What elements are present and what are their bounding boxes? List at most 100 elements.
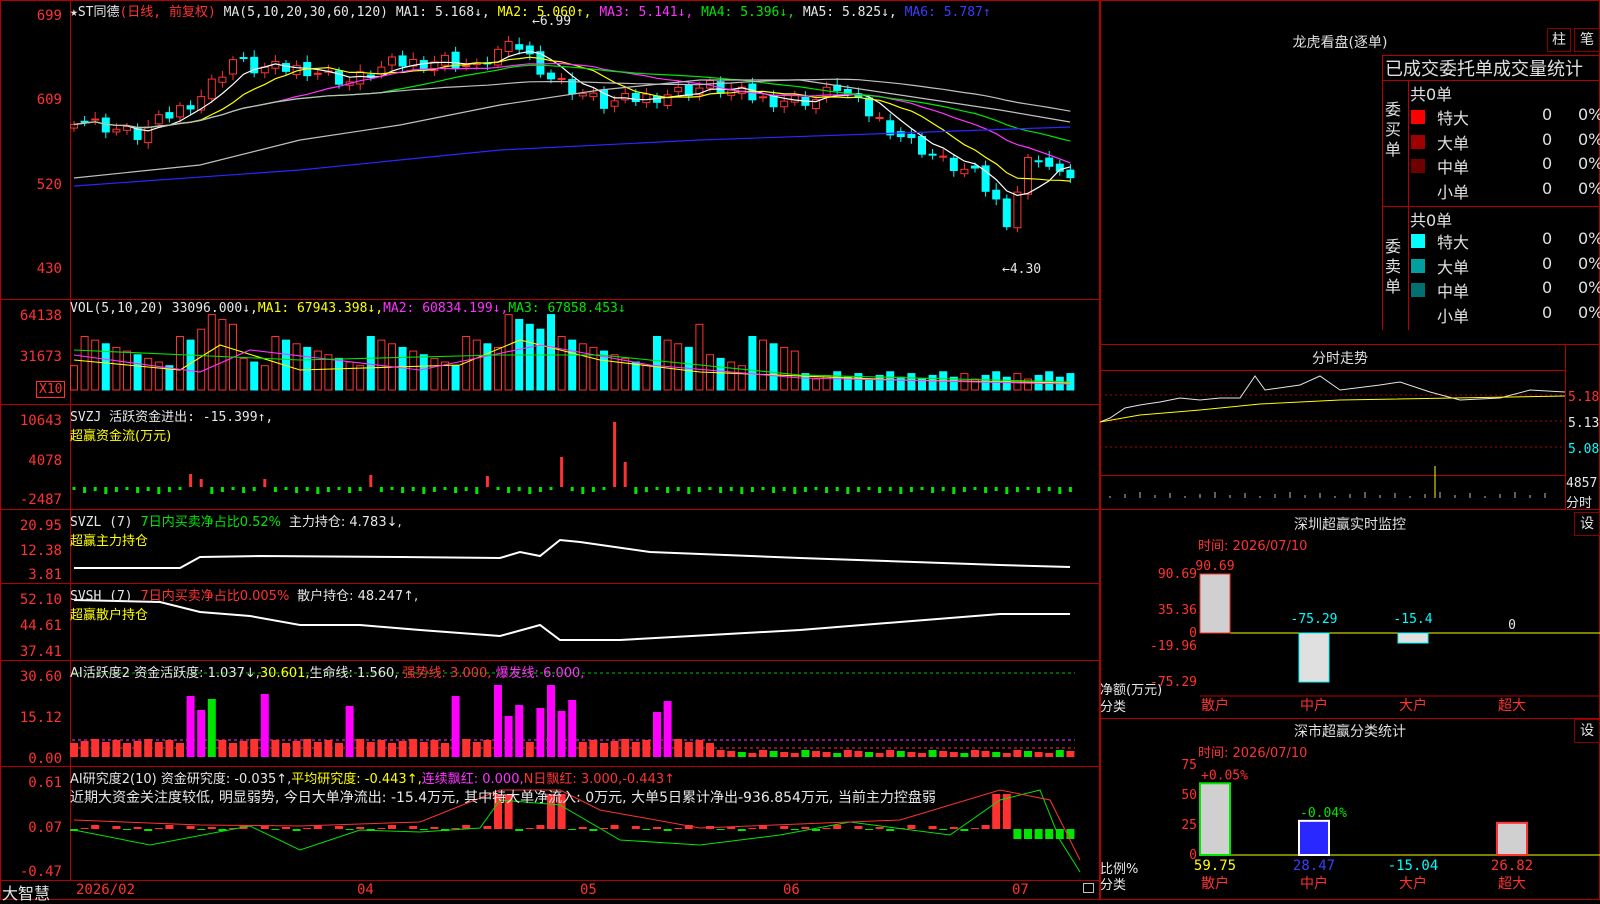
kline-candle [918, 136, 926, 155]
svzj-ytick: -2487 [19, 492, 62, 508]
kline-candle [239, 57, 248, 60]
activity-bar [918, 753, 926, 757]
stock-name[interactable]: ★ST同德 [70, 5, 119, 20]
activity-bar [483, 740, 492, 757]
capital-flow-bar [379, 487, 383, 492]
volume-bar [716, 357, 725, 391]
research-bar [790, 829, 799, 830]
level-name: 小单 [1437, 306, 1470, 326]
kline-candle [1002, 198, 1011, 228]
sz-monitor-settings-button[interactable]: 设 [1574, 512, 1600, 536]
capital-flow-bar [464, 487, 468, 491]
level-count: 0 [1542, 105, 1553, 124]
research-bar [928, 826, 937, 829]
activity-bar [419, 742, 428, 757]
sz-monitor-chart[interactable]: 90.6935.360-19.96-75.2990.69散户-75.29中户-1… [1100, 550, 1600, 720]
level-pct: 0% [1578, 154, 1600, 173]
research-bar [271, 829, 280, 830]
intraday-chart[interactable] [1100, 370, 1565, 510]
kline-candle [504, 40, 513, 52]
chart-mode[interactable]: (日线, 前复权) [119, 5, 215, 20]
category-label: 中户 [1300, 697, 1328, 714]
lock-icon[interactable] [1083, 883, 1094, 893]
brand-logo[interactable]: 大智慧 [2, 880, 50, 904]
kline-candle [1034, 160, 1043, 163]
activity-bar [154, 742, 163, 757]
level-count: 0 [1542, 278, 1553, 297]
activity-bar [229, 743, 237, 757]
research-bar [409, 826, 418, 829]
research-bar [197, 829, 206, 830]
intraday-ytick: 5.18 [1568, 390, 1600, 405]
kline-chart-area[interactable] [0, 0, 1100, 900]
research-bar [1066, 829, 1075, 839]
x-axis-label: 07 [1012, 882, 1029, 898]
volume-bar [123, 350, 131, 391]
activity-bar [737, 752, 746, 757]
kline-candle [207, 78, 216, 100]
research-bar [165, 825, 174, 829]
volume-bar [695, 323, 704, 391]
activity-bar [854, 751, 863, 757]
activity-bar [801, 750, 810, 757]
activity-bar [366, 742, 375, 757]
level-color-swatch [1411, 110, 1425, 124]
share-value-label: 26.82 [1491, 858, 1533, 874]
activity-bar [112, 740, 121, 757]
share-bar [1298, 819, 1330, 856]
level-pct: 0% [1578, 302, 1600, 322]
ma5-line [73, 79, 1071, 179]
sz-class-settings-button[interactable]: 设 [1574, 719, 1600, 743]
volume-bar [419, 354, 428, 391]
capital-flow-bar [305, 487, 309, 491]
capital-flow-bar [888, 487, 892, 491]
kline-candle [1024, 157, 1032, 195]
buy-orders-label: 委买单 [1385, 100, 1402, 159]
research-bar [992, 794, 1001, 829]
sell-orders-label: 委卖单 [1385, 237, 1402, 296]
activity-bar [430, 740, 439, 757]
bar-view-button[interactable]: 柱 [1547, 28, 1571, 52]
volume-bar [91, 339, 100, 391]
kline-candle [1066, 169, 1075, 179]
activity-bar [631, 742, 640, 757]
activity-bar [80, 741, 89, 757]
sz-class-ytick: 25 [1181, 818, 1197, 833]
capital-flow-bar [475, 487, 479, 494]
sz-class-chart[interactable]: 7550250+0.05%59.75散户-0.04%28.47中户-15.04大… [1100, 755, 1600, 900]
kline-candle [388, 56, 396, 66]
activity-bar [557, 711, 566, 757]
research-bar [642, 829, 651, 830]
capital-flow-bar [570, 487, 574, 491]
activity-bar [674, 739, 683, 757]
volume-bar [112, 346, 121, 391]
pen-view-button[interactable]: 笔 [1574, 28, 1600, 52]
research-bar [875, 827, 884, 829]
volume-bar [833, 371, 842, 391]
capital-flow-bar [994, 487, 998, 491]
intraday-vol-unit: 分时 [1566, 496, 1593, 511]
capital-flow-bar [189, 474, 193, 487]
kline-candle [80, 120, 89, 123]
activity-bar [271, 740, 280, 757]
activity-bar [218, 740, 227, 757]
kline-candle [1013, 191, 1022, 229]
intraday-title: 分时走势 [1312, 351, 1368, 367]
level-color-swatch [1411, 307, 1425, 322]
ai-active-header: AI活跃度2 资金活跃度: 1.037↓,30.601,生命线: 1.560, … [70, 666, 585, 681]
level-pct: 0% [1578, 178, 1600, 198]
volume-bar [812, 378, 820, 391]
activity-bar [875, 753, 884, 757]
kline-candle [631, 92, 640, 103]
activity-bar [695, 740, 704, 757]
activity-bar [610, 741, 619, 757]
kline-candle [91, 118, 100, 121]
capital-flow-bar [549, 487, 553, 490]
vol-header: VOL(5,10,20) 33096.000↓,MA1: 67943.398↓,… [70, 301, 626, 316]
vol-ytick: 31673 [19, 349, 62, 365]
level-color-swatch [1411, 234, 1425, 248]
research-bar [568, 829, 577, 830]
activity-bar [525, 742, 534, 757]
capital-flow-bar [962, 487, 966, 492]
research-bar [133, 827, 142, 829]
